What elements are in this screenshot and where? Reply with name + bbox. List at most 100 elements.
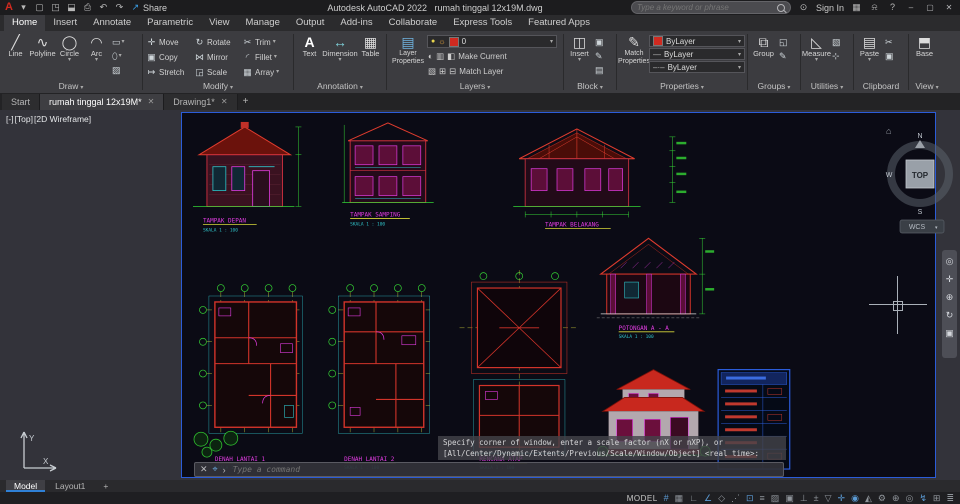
orbit-icon[interactable]: ↻ (946, 310, 954, 321)
panel-label-block[interactable]: Block ▾ (564, 80, 616, 93)
app-store-cart-icon[interactable]: ▦ (851, 0, 862, 15)
graphics-performance-icon[interactable]: ↯ (919, 492, 927, 504)
viewcube-home-icon[interactable]: ⌂ (886, 126, 891, 136)
command-customize-icon[interactable]: ⌖ (213, 464, 218, 475)
tool-match-properties[interactable]: ✎ Match Properties (618, 33, 650, 65)
tool-array[interactable]: ▦ Array ▾ (241, 65, 289, 80)
isolate-objects-icon[interactable]: ◎ (906, 492, 914, 504)
tool-block-attributes[interactable]: ▤ (593, 63, 606, 77)
ribbon-tab-view[interactable]: View (201, 15, 237, 31)
layer-isolate-icon[interactable]: ▥ (436, 51, 444, 62)
grid-icon[interactable]: # (664, 492, 669, 504)
panel-label-annotation[interactable]: Annotation ▾ (294, 80, 386, 93)
polar-tracking-icon[interactable]: ∠ (704, 492, 712, 504)
osnap-tracking-icon[interactable]: ⋰ (731, 492, 740, 504)
command-input[interactable] (230, 464, 778, 475)
command-bar[interactable]: ✕ ⌖ › (194, 462, 784, 477)
infocenter-search[interactable] (630, 1, 791, 14)
save-icon[interactable]: ⬓ (66, 0, 77, 15)
redo-icon[interactable]: ↷ (114, 0, 125, 15)
linetype-dropdown[interactable]: –·– ByLayer ▾ (649, 61, 745, 73)
panel-label-properties[interactable]: Properties ▾ (617, 80, 747, 93)
annotation-monitor-icon[interactable]: ⊕ (892, 492, 900, 504)
ortho-icon[interactable]: ∟ (689, 492, 698, 504)
dynamic-ucs-icon[interactable]: ⊥ (800, 492, 808, 504)
navigation-wheel-icon[interactable]: ◎ (946, 256, 954, 267)
elevation-front[interactable]: TAMPAK DEPAN SKALA 1 : 100 (193, 121, 302, 233)
compass-south[interactable]: S (918, 209, 923, 216)
panel-label-draw[interactable]: Draw ▾ (0, 80, 142, 93)
tool-trim[interactable]: ✂ Trim ▾ (241, 35, 289, 50)
file-tab-drawing1[interactable]: Drawing1* ✕ (164, 94, 238, 110)
tool-line[interactable]: ╱ Line (2, 33, 29, 58)
panel-label-utilities[interactable]: Utilities ▾ (801, 80, 853, 93)
panel-label-clipboard[interactable]: Clipboard (854, 80, 908, 93)
compass-west[interactable]: W (886, 172, 893, 179)
drawing-area[interactable]: [-] [Top] [2D Wireframe] TAMPAK DEPAN SK… (0, 110, 960, 480)
tool-id-point[interactable]: ⊹ (830, 49, 843, 63)
isodraft-icon[interactable]: ◇ (718, 492, 725, 504)
floor-plan-2[interactable]: DENAH LANTAI 2 SKALA 1 : 100 (328, 284, 430, 471)
tool-create-block[interactable]: ▣ (593, 35, 606, 49)
ribbon-tab-express-tools[interactable]: Express Tools (445, 15, 520, 31)
layer-off-icon[interactable]: ◐ (428, 51, 433, 61)
tool-ungroup[interactable]: ◱ (777, 35, 790, 49)
transparency-icon[interactable]: ▨ (771, 492, 780, 504)
ribbon-tab-home[interactable]: Home (4, 15, 46, 31)
tool-mirror[interactable]: ⋈ Mirror (193, 50, 241, 65)
tool-circle[interactable]: ◯ Circle ▾ (56, 33, 83, 63)
tool-fillet[interactable]: ◜ Fillet ▾ (241, 50, 289, 65)
ribbon-tab-manage[interactable]: Manage (238, 15, 288, 31)
command-close-icon[interactable]: ✕ (200, 464, 208, 475)
object-color-dropdown[interactable]: ByLayer ▾ (649, 35, 745, 47)
sign-in-button[interactable]: Sign In (816, 3, 844, 13)
viewport-view-button[interactable]: [Top] (15, 114, 33, 124)
selection-filter-icon[interactable]: ▽ (825, 492, 832, 504)
viewcube[interactable]: ⌂ N W S TOP WCS ▾ (882, 118, 958, 236)
lineweight-dropdown[interactable]: — ByLayer ▾ (649, 48, 745, 60)
zoom-icon[interactable]: ⊕ (946, 292, 954, 303)
tool-measure[interactable]: ◺ Measure ▾ (802, 33, 831, 63)
close-button[interactable]: ✕ (943, 3, 955, 12)
tool-stretch[interactable]: ↦ Stretch (145, 65, 193, 80)
wcs-label[interactable]: WCS (909, 224, 926, 231)
help-icon[interactable]: ? (887, 0, 898, 15)
panel-label-modify[interactable]: Modify ▾ (143, 80, 293, 93)
viewport-menu-button[interactable]: [-] (6, 114, 14, 124)
tool-cut[interactable]: ✂ (883, 35, 896, 49)
tool-base[interactable]: ⬒ Base (911, 33, 938, 58)
open-file-icon[interactable]: ◳ (50, 0, 61, 15)
tool-copy-clip[interactable]: ▣ (883, 49, 896, 63)
model-space-button[interactable]: MODEL (627, 494, 658, 503)
tool-rectangle[interactable]: ▭ ▾ (110, 35, 127, 49)
panel-label-view[interactable]: View ▾ (909, 80, 945, 93)
gizmo-icon[interactable]: ✛ (838, 492, 846, 504)
ribbon-tab-annotate[interactable]: Annotate (85, 15, 139, 31)
ribbon-tab-addins[interactable]: Add-ins (332, 15, 380, 31)
autoscale-icon[interactable]: ◭ (865, 492, 872, 504)
showmotion-icon[interactable]: ▣ (945, 328, 954, 339)
new-file-icon[interactable]: ▢ (34, 0, 45, 15)
snap-icon[interactable]: ▦ (675, 492, 684, 504)
annotation-visibility-icon[interactable]: ◉ (851, 492, 859, 504)
tool-paste[interactable]: ▤ Paste ▾ (856, 33, 883, 63)
elevation-rear[interactable]: TAMPAK BELAKANG (513, 128, 641, 229)
make-current-button[interactable]: Make Current (458, 52, 506, 61)
tool-table[interactable]: ▦ Table (357, 33, 384, 58)
viewcube-top-label[interactable]: TOP (912, 171, 929, 180)
ribbon-tab-featured-apps[interactable]: Featured Apps (520, 15, 598, 31)
ribbon-tab-collaborate[interactable]: Collaborate (381, 15, 446, 31)
panel-label-groups[interactable]: Groups ▾ (748, 80, 800, 93)
cad-drawing[interactable]: TAMPAK DEPAN SKALA 1 : 100 TAMPAK SAMPIN… (182, 113, 935, 477)
compass-north[interactable]: N (917, 133, 922, 140)
minimize-button[interactable]: – (905, 3, 917, 12)
new-layout-button[interactable]: + (95, 480, 116, 492)
tool-polyline[interactable]: ∿ Polyline (29, 33, 56, 58)
tool-hatch[interactable]: ▨ (110, 63, 127, 77)
tool-arc[interactable]: ◠ Arc ▾ (83, 33, 110, 63)
section-view[interactable]: POTONGAN A - A SKALA 1 : 100 (596, 237, 715, 340)
panel-label-layers[interactable]: Layers ▾ (387, 80, 563, 93)
tool-quick-select[interactable]: ▧ (830, 35, 843, 49)
search-input[interactable] (636, 3, 773, 12)
tool-rotate[interactable]: ↻ Rotate (193, 35, 241, 50)
